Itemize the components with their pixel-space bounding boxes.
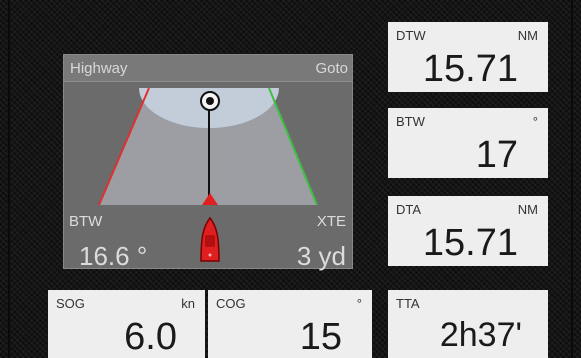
cog-value: 15 xyxy=(299,316,342,358)
highway-header: Highway Goto xyxy=(64,55,352,82)
highway-title: Highway xyxy=(70,60,128,77)
waypoint-target-icon xyxy=(200,91,220,111)
highway-btw-value: 16.6 ° xyxy=(79,241,148,271)
tta-tile[interactable]: TTA 2h37' xyxy=(388,290,548,358)
dta-unit: NM xyxy=(517,202,538,217)
highway-graphic xyxy=(65,88,351,205)
btw-tile[interactable]: BTW ° 17 xyxy=(388,108,548,178)
sog-tile[interactable]: SOG kn 6.0 xyxy=(48,290,205,358)
sog-unit: kn xyxy=(181,296,195,311)
chartplotter-screen: Highway Goto BTW 16.6 ° XTE 3 yd DTW NM … xyxy=(0,0,581,358)
highway-readouts: BTW 16.6 ° XTE 3 yd xyxy=(64,205,352,271)
tta-label: TTA xyxy=(396,296,420,311)
dta-label: DTA xyxy=(396,202,422,217)
highway-xte-label: XTE xyxy=(316,213,346,230)
btw-label: BTW xyxy=(396,114,425,129)
highway-xte-value: 3 yd xyxy=(296,241,346,271)
highway-panel[interactable]: Highway Goto BTW 16.6 ° XTE 3 yd xyxy=(63,54,353,271)
highway-btw-label: BTW xyxy=(69,213,103,230)
dta-tile[interactable]: DTA NM 15.71 xyxy=(388,196,548,266)
btw-value: 17 xyxy=(475,134,518,176)
dtw-value: 15.71 xyxy=(422,48,518,90)
highway-view xyxy=(65,88,351,205)
dta-value: 15.71 xyxy=(422,222,518,264)
cog-unit: ° xyxy=(356,296,362,311)
highway-mode: Goto xyxy=(315,60,348,77)
sog-value: 6.0 xyxy=(124,316,177,358)
dtw-label: DTW xyxy=(396,28,426,43)
tta-value: 2h37' xyxy=(439,316,522,354)
dtw-unit: NM xyxy=(517,28,538,43)
cog-tile[interactable]: COG ° 15 xyxy=(208,290,372,358)
btw-unit: ° xyxy=(532,114,538,129)
dtw-tile[interactable]: DTW NM 15.71 xyxy=(388,22,548,92)
sog-label: SOG xyxy=(56,296,85,311)
cog-label: COG xyxy=(216,296,246,311)
boat-icon xyxy=(200,217,220,262)
